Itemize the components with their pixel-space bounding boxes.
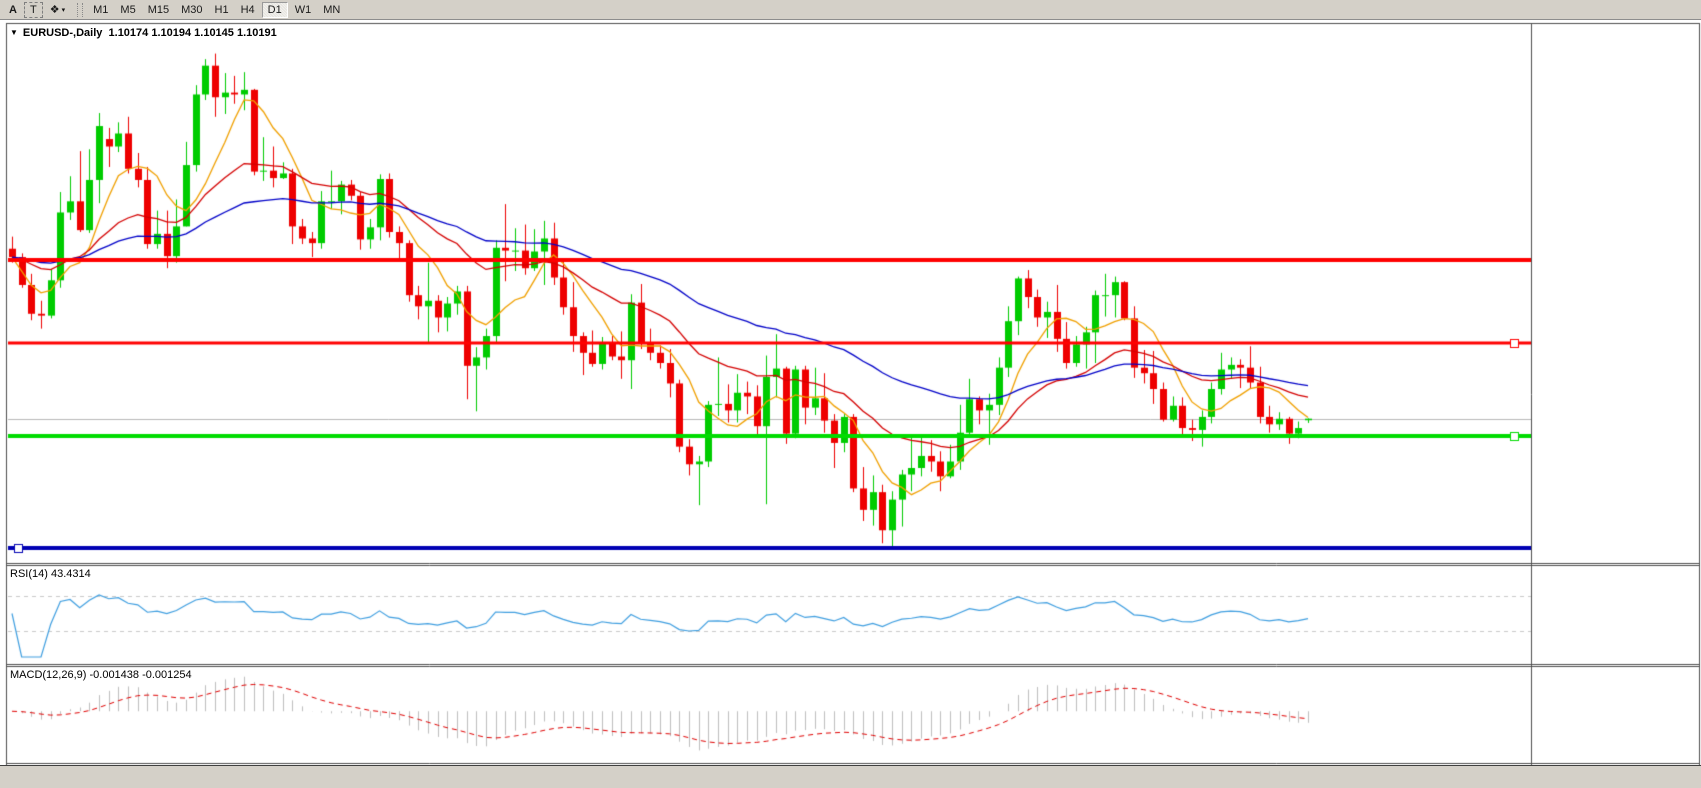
timeframe-m30-label: M30 <box>181 4 202 16</box>
arrow-tool-button[interactable]: A <box>4 2 22 18</box>
chart-window: ▼ EURUSD-,Daily 1.10174 1.10194 1.10145 1… <box>0 21 1701 788</box>
timeframe-h1-button[interactable]: H1 <box>210 2 234 18</box>
timeframe-m5-label: M5 <box>120 4 135 16</box>
objects-tool-button[interactable]: ❖ ▾ <box>45 2 70 18</box>
timeframe-d1-button[interactable]: D1 <box>262 2 288 18</box>
chevron-down-icon: ▾ <box>62 6 66 14</box>
timeframe-m1-button[interactable]: M1 <box>88 2 113 18</box>
timeframe-m5-button[interactable]: M5 <box>115 2 140 18</box>
timeframe-mn-button[interactable]: MN <box>318 2 345 18</box>
rsi-header: RSI(14) 43.4314 <box>10 568 91 580</box>
collapse-triangle-icon[interactable]: ▼ <box>10 28 18 37</box>
macd-header: MACD(12,26,9) -0.001438 -0.001254 <box>10 669 192 681</box>
timeframe-m1-label: M1 <box>93 4 108 16</box>
arrow-tool-label: A <box>9 4 17 16</box>
timeframe-w1-label: W1 <box>295 4 312 16</box>
macd-title: MACD(12,26,9) <box>10 669 86 681</box>
timeframe-m30-button[interactable]: M30 <box>176 2 207 18</box>
symbol-period-label: EURUSD-,Daily <box>23 27 102 39</box>
rsi-current-value: 43.4314 <box>51 568 91 580</box>
timeframe-mn-label: MN <box>323 4 340 16</box>
ohlc-values: 1.10174 1.10194 1.10145 1.10191 <box>109 27 277 39</box>
window-bottom-edge <box>0 765 1701 788</box>
timeframe-w1-button[interactable]: W1 <box>290 2 317 18</box>
text-tool-label: T <box>30 4 37 16</box>
mt4-window: A T ❖ ▾ M1 M5 M15 M30 H1 H4 D1 W1 MN ▼ EU… <box>0 0 1701 788</box>
timeframe-h1-label: H1 <box>215 4 229 16</box>
timeframe-h4-label: H4 <box>241 4 255 16</box>
rsi-title: RSI(14) <box>10 568 48 580</box>
timeframe-m15-button[interactable]: M15 <box>143 2 174 18</box>
main-chart-canvas[interactable] <box>0 21 1701 788</box>
toolbar: A T ❖ ▾ M1 M5 M15 M30 H1 H4 D1 W1 MN <box>0 0 1701 20</box>
timeframe-h4-button[interactable]: H4 <box>236 2 260 18</box>
timeframe-d1-label: D1 <box>268 4 282 16</box>
macd-current-values: -0.001438 -0.001254 <box>89 669 191 681</box>
text-tool-button[interactable]: T <box>24 2 43 18</box>
objects-tool-icon: ❖ <box>50 3 60 16</box>
toolbar-grip[interactable] <box>77 3 83 17</box>
chart-header: ▼ EURUSD-,Daily 1.10174 1.10194 1.10145 1… <box>10 27 277 39</box>
timeframe-m15-label: M15 <box>148 4 169 16</box>
